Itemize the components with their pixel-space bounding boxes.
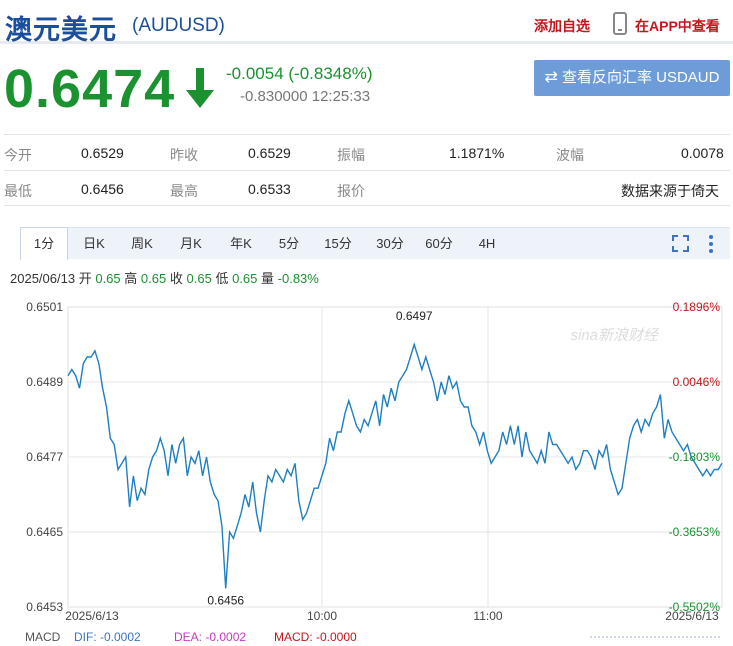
y-tick-right: 0.0046% <box>673 375 721 389</box>
tab-15min[interactable]: 15分 <box>317 228 359 259</box>
header: 澳元美元 (AUDUSD) 添加自选 在APP中查看 <box>0 0 733 45</box>
watermark: sina新浪财经 <box>570 327 660 344</box>
high-value: 0.65 <box>140 271 167 286</box>
high-label: 高 <box>124 271 138 286</box>
stat-label: 今开 <box>4 147 32 163</box>
y-tick-left: 0.6477 <box>26 450 63 464</box>
y-tick-left: 0.6465 <box>26 525 63 539</box>
price-subinfo: -0.830000 12:25:33 <box>240 88 371 105</box>
stat-value: 0.6529 <box>81 145 124 161</box>
tab-yearly[interactable]: 年K <box>221 228 261 259</box>
swap-icon: ⇄ <box>544 69 558 86</box>
series-line <box>67 342 723 589</box>
y-tick-left: 0.6489 <box>26 375 63 389</box>
stat-value: 0.6533 <box>248 181 291 197</box>
more-icon[interactable] <box>708 234 714 254</box>
tab-4h[interactable]: 4H <box>472 228 502 259</box>
peak-label: 0.6456 <box>207 593 244 607</box>
tab-daily[interactable]: 日K <box>74 228 114 259</box>
stat-value: 1.1871% <box>449 145 505 161</box>
price-change: -0.0054 (-0.8348%) <box>226 64 373 83</box>
stat-label: 昨收 <box>170 147 198 163</box>
period-tabs: 1分 日K 周K 月K 年K 5分 15分 30分 60分 4H <box>20 227 730 260</box>
ohlc-line: 2025/06/13 开 0.65 高 0.65 收 0.65 低 0.65 量… <box>10 268 319 287</box>
symbol-code: (AUDUSD) <box>132 15 225 36</box>
stat-value: 数据来源于倚天 <box>621 183 719 199</box>
current-price: 0.6474 <box>4 59 176 119</box>
arrow-down-icon <box>186 68 214 108</box>
volume-value: -0.83% <box>277 271 319 286</box>
stat-value: 0.0078 <box>681 145 724 161</box>
tab-60min[interactable]: 60分 <box>418 228 460 259</box>
stat-label: 报价 <box>337 183 365 199</box>
tab-1min[interactable]: 1分 <box>20 227 68 260</box>
macd-label: MACD <box>25 630 61 644</box>
close-value: 0.65 <box>186 271 212 286</box>
x-tick: 2025/6/13 <box>665 609 719 623</box>
open-in-app-link[interactable]: 在APP中查看 <box>635 16 720 36</box>
x-tick: 11:00 <box>473 609 502 623</box>
y-tick-right: -0.3653% <box>669 525 721 539</box>
stat-label: 振幅 <box>337 147 365 163</box>
price-chart[interactable]: 0.6501 0.6489 0.6477 0.6465 0.6453 0.1896% 0.0… <box>0 290 733 646</box>
stats-row: 今开 0.6529 昨收 0.6529 振幅 1.1871% 波幅 0.0078 <box>4 134 730 170</box>
reverse-rate-label: 查看反向汇率 USDAUD <box>561 69 720 86</box>
peak-label: 0.6497 <box>396 309 433 323</box>
macd-dif: DIF: -0.0002 <box>74 630 141 644</box>
y-tick-right: 0.1896% <box>673 300 721 314</box>
tab-5min[interactable]: 5分 <box>272 228 306 259</box>
x-tick: 2025/6/13 <box>65 609 119 623</box>
page-title: 澳元美元 <box>5 15 117 45</box>
volume-label: 量 <box>261 271 275 286</box>
stat-value: 0.6456 <box>81 181 124 197</box>
open-value: 0.65 <box>95 271 121 286</box>
y-tick-left: 0.6453 <box>26 600 63 614</box>
add-watchlist-button[interactable]: 添加自选 <box>534 16 590 36</box>
x-tick: 10:00 <box>307 609 337 623</box>
macd-value: MACD: -0.0000 <box>274 630 357 644</box>
low-value: 0.65 <box>232 271 258 286</box>
open-label: 开 <box>78 271 92 286</box>
stat-label: 最高 <box>170 183 198 199</box>
stat-label: 最低 <box>4 183 32 199</box>
tab-weekly[interactable]: 周K <box>122 228 162 259</box>
phone-icon <box>613 12 627 35</box>
y-tick-left: 0.6501 <box>26 300 63 314</box>
quote-date: 2025/06/13 <box>10 271 76 286</box>
stats-row: 最低 0.6456 最高 0.6533 报价 数据来源于倚天 <box>4 170 730 206</box>
reverse-rate-button[interactable]: ⇄ 查看反向汇率 USDAUD <box>534 60 730 96</box>
tab-monthly[interactable]: 月K <box>171 228 211 259</box>
close-label: 收 <box>169 271 183 286</box>
stat-label: 波幅 <box>556 147 584 163</box>
stat-value: 0.6529 <box>248 145 291 161</box>
fullscreen-icon[interactable] <box>672 235 689 252</box>
low-label: 低 <box>215 271 229 286</box>
macd-dea: DEA: -0.0002 <box>174 630 246 644</box>
tab-30min[interactable]: 30分 <box>369 228 411 259</box>
stats-table: 今开 0.6529 昨收 0.6529 振幅 1.1871% 波幅 0.0078… <box>4 134 730 206</box>
